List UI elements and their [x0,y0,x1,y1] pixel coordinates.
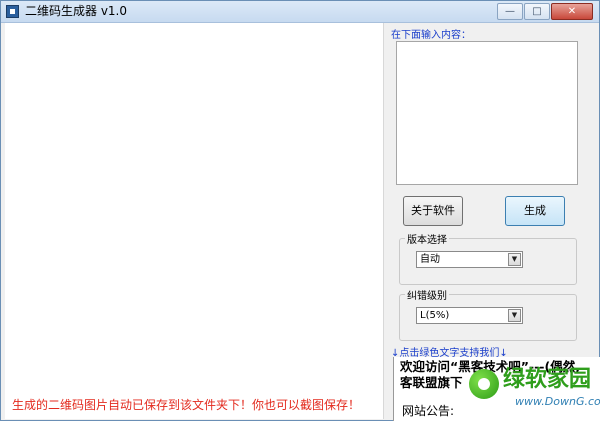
title-bar[interactable]: 二维码生成器 v1.0 — □ ✕ [1,1,599,23]
watermark-brand: 绿软家园 [503,367,592,392]
window-controls: — □ ✕ [496,3,593,20]
save-notice: 生成的二维码图片自动已保存到该文件夹下！你也可以截图保存！ [12,398,361,412]
about-button[interactable]: 关于软件 [403,196,463,226]
version-select-value: 自动 [420,254,440,265]
watermark-logo-icon [469,369,499,399]
app-window: 二维码生成器 v1.0 — □ ✕ 生成的二维码图片自动已保存到该文件夹下！你也… [0,0,600,421]
version-group: 版本选择 自动 ▼ [399,231,577,285]
content-input[interactable] [396,41,578,185]
announcement-label: 网站公告: [402,404,455,418]
watermark: 绿软家园 www.DownG.com [465,363,600,417]
chevron-down-icon[interactable]: ▼ [508,309,521,322]
maximize-button[interactable]: □ [524,3,550,20]
version-group-label: 版本选择 [405,231,449,246]
version-select[interactable]: 自动 ▼ [416,251,523,268]
app-icon [6,5,19,18]
error-correction-label: 纠错级别 [405,287,449,302]
close-button[interactable]: ✕ [551,3,593,20]
input-label: 在下面输入内容： [391,30,471,41]
error-correction-value: L(5%) [420,310,450,321]
error-correction-group: 纠错级别 L(5%) ▼ [399,287,577,341]
watermark-url: www.DownG.com [515,395,600,408]
error-correction-select[interactable]: L(5%) ▼ [416,307,523,324]
window-title: 二维码生成器 v1.0 [25,4,128,18]
generate-button[interactable]: 生成 [505,196,565,226]
qr-preview-area [5,23,384,419]
minimize-button[interactable]: — [497,3,523,20]
chevron-down-icon[interactable]: ▼ [508,253,521,266]
